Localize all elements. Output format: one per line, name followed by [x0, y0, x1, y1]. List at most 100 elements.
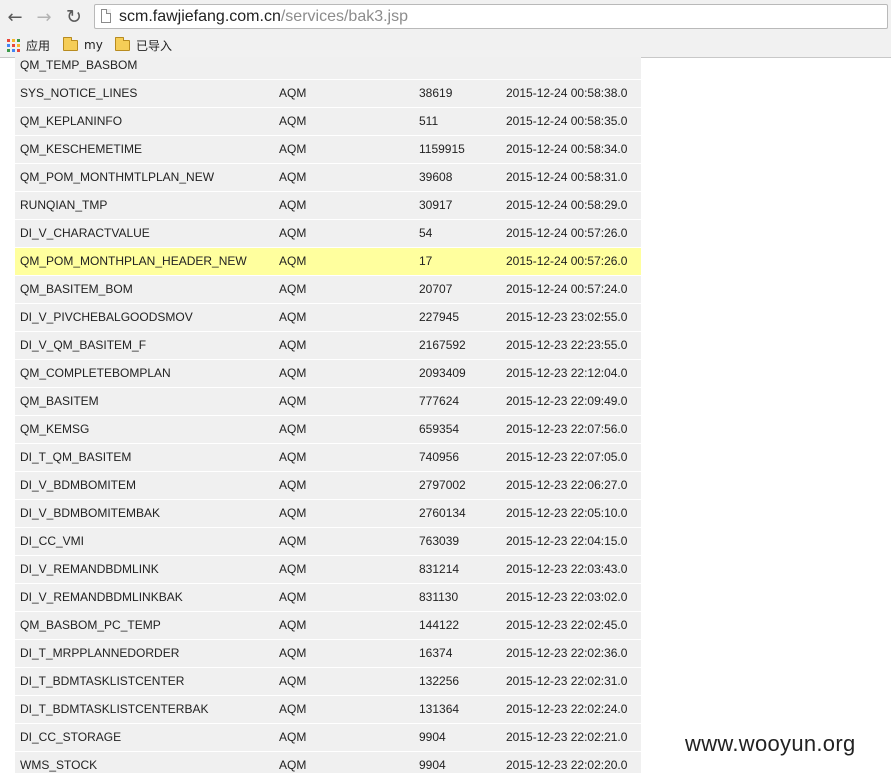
page-icon [101, 9, 111, 23]
owner-cell: AQM [279, 478, 307, 492]
bookmark-folder-imported[interactable]: 已导入 [115, 36, 172, 53]
owner-cell: AQM [279, 338, 307, 352]
apps-grid-dot [17, 43, 20, 47]
owner-cell: AQM [279, 422, 307, 436]
apps-grid-dot [12, 43, 15, 47]
timestamp-cell: 2015-12-23 22:02:31.0 [506, 674, 628, 688]
table-row: QM_POM_MONTHPLAN_HEADER_NEW AQM 17 2015-12-… [15, 248, 641, 276]
timestamp-cell: 2015-12-23 22:03:43.0 [506, 562, 628, 576]
back-arrow-icon[interactable]: ← [4, 6, 26, 28]
owner-cell: AQM [279, 534, 307, 548]
apps-grid-icon [7, 38, 20, 52]
apps-grid-dot [12, 48, 15, 52]
timestamp-cell: 2015-12-23 22:12:04.0 [506, 366, 628, 380]
apps-grid-dot [17, 48, 20, 52]
table-row: QM_BASITEM AQM 777624 2015-12-23 22:09:49.0 [15, 388, 641, 416]
table-name-cell: QM_POM_MONTHMTLPLAN_NEW [20, 170, 215, 184]
owner-cell: AQM [279, 674, 307, 688]
table-row: DI_T_BDMTASKLISTCENTERBAK AQM 131364 2015-1… [15, 696, 641, 724]
timestamp-cell: 2015-12-24 00:57:26.0 [506, 254, 628, 268]
table-row: DI_V_QM_BASITEM_F AQM 2167592 2015-12-23 22… [15, 332, 641, 360]
owner-cell: AQM [279, 86, 307, 100]
count-cell: 659354 [419, 422, 460, 436]
count-cell: 227945 [419, 310, 460, 324]
table-name-cell: QM_BASBOM_PC_TEMP [20, 618, 161, 632]
owner-cell: AQM [279, 142, 307, 156]
table-name-cell: WMS_STOCK [20, 758, 98, 772]
count-cell: 38619 [419, 86, 453, 100]
address-bar[interactable]: scm.fawjiefang.com.cn/services/bak3.jsp [94, 4, 888, 29]
table-name-cell: QM_KESCHEMETIME [20, 142, 143, 156]
table-name-cell: QM_KEPLANINFO [20, 114, 123, 128]
url-text[interactable]: scm.fawjiefang.com.cn/services/bak3.jsp [119, 7, 408, 27]
count-cell: 1159915 [419, 142, 465, 156]
table-name-cell: RUNQIAN_TMP [20, 198, 108, 212]
owner-cell: AQM [279, 170, 307, 184]
table-name-cell: DI_CC_STORAGE [20, 730, 122, 744]
owner-cell: AQM [279, 590, 307, 604]
count-cell: 16374 [419, 646, 453, 660]
table-name-cell: SYS_NOTICE_LINES [20, 86, 138, 100]
timestamp-cell: 2015-12-23 22:03:02.0 [506, 590, 628, 604]
timestamp-cell: 2015-12-23 22:02:24.0 [506, 702, 628, 716]
table-row: SYS_NOTICE_LINES AQM 38619 2015-12-24 00:58… [15, 80, 641, 108]
count-cell: 131364 [419, 702, 460, 716]
table-row: RUNQIAN_TMP AQM 30917 2015-12-24 00:58:29.0 [15, 192, 641, 220]
count-cell: 2167592 [419, 338, 466, 352]
table-name-cell: DI_V_PIVCHEBALGOODSMOV [20, 310, 193, 324]
owner-cell: AQM [279, 254, 307, 268]
owner-cell: AQM [279, 758, 307, 772]
timestamp-cell: 2015-12-23 22:02:45.0 [506, 618, 628, 632]
count-cell: 511 [419, 114, 439, 128]
watermark: www.wooyun.org [685, 731, 856, 756]
apps-grid-dot [17, 38, 20, 42]
timestamp-cell: 2015-12-23 22:07:05.0 [506, 450, 628, 464]
table-list: QM_TEMP_BASBOM SYS_NOTICE_LINES AQM 38619 20… [15, 57, 641, 773]
count-cell: 9904 [419, 758, 446, 772]
owner-cell: AQM [279, 310, 307, 324]
forward-arrow-icon[interactable]: → [33, 6, 55, 28]
timestamp-cell: 2015-12-24 00:58:34.0 [506, 142, 628, 156]
owner-cell: AQM [279, 702, 307, 716]
bookmarks-bar: 应用 my 已导入 [0, 34, 891, 56]
table-name-cell: QM_COMPLETEBOMPLAN [20, 366, 171, 380]
timestamp-cell: 2015-12-23 22:02:20.0 [506, 758, 628, 772]
table-name-cell: QM_KEMSG [20, 422, 90, 436]
bookmark-folder-my[interactable]: my [63, 36, 103, 53]
timestamp-cell: 2015-12-24 00:58:29.0 [506, 198, 628, 212]
url-path: /services/bak3.jsp [280, 8, 409, 25]
timestamp-cell: 2015-12-23 22:06:27.0 [506, 478, 628, 492]
owner-cell: AQM [279, 282, 307, 296]
reload-icon[interactable]: ↻ [63, 6, 85, 28]
bookmark-my-label: my [84, 38, 103, 52]
table-row: QM_KEMSG AQM 659354 2015-12-23 22:07:56.0 [15, 416, 641, 444]
timestamp-cell: 2015-12-23 22:02:21.0 [506, 730, 628, 744]
table-row: QM_KEPLANINFO AQM 511 2015-12-24 00:58:35.0 [15, 108, 641, 136]
table-name-cell: QM_TEMP_BASBOM [20, 58, 138, 72]
count-cell: 831130 [419, 590, 459, 604]
count-cell: 777624 [419, 394, 460, 408]
table-name-cell: DI_T_QM_BASITEM [20, 450, 132, 464]
table-row: WMS_STOCK AQM 9904 2015-12-23 22:02:20.0 [15, 752, 641, 773]
table-row: DI_CC_STORAGE AQM 9904 2015-12-23 22:02:21.… [15, 724, 641, 752]
owner-cell: AQM [279, 198, 307, 212]
table-row: QM_BASITEM_BOM AQM 20707 2015-12-24 00:57:2… [15, 276, 641, 304]
table-name-cell: DI_T_BDMTASKLISTCENTER [20, 674, 185, 688]
count-cell: 144122 [419, 618, 460, 632]
timestamp-cell: 2015-12-24 00:58:31.0 [506, 170, 628, 184]
count-cell: 2093409 [419, 366, 466, 380]
owner-cell: AQM [279, 730, 307, 744]
owner-cell: AQM [279, 394, 307, 408]
count-cell: 2760134 [419, 506, 466, 520]
owner-cell: AQM [279, 114, 307, 128]
apps-grid-dot [7, 43, 10, 47]
folder-icon [63, 36, 78, 51]
owner-cell: AQM [279, 366, 307, 380]
table-row: DI_T_BDMTASKLISTCENTER AQM 132256 2015-12-2… [15, 668, 641, 696]
count-cell: 39608 [419, 170, 453, 184]
owner-cell: AQM [279, 506, 307, 520]
table-row: DI_V_PIVCHEBALGOODSMOV AQM 227945 2015-12-2… [15, 304, 641, 332]
table-name-cell: DI_V_REMANDBDMLINK [20, 562, 159, 576]
apps-grid-dot [7, 38, 10, 42]
bookmark-apps[interactable]: 应用 [7, 37, 50, 53]
